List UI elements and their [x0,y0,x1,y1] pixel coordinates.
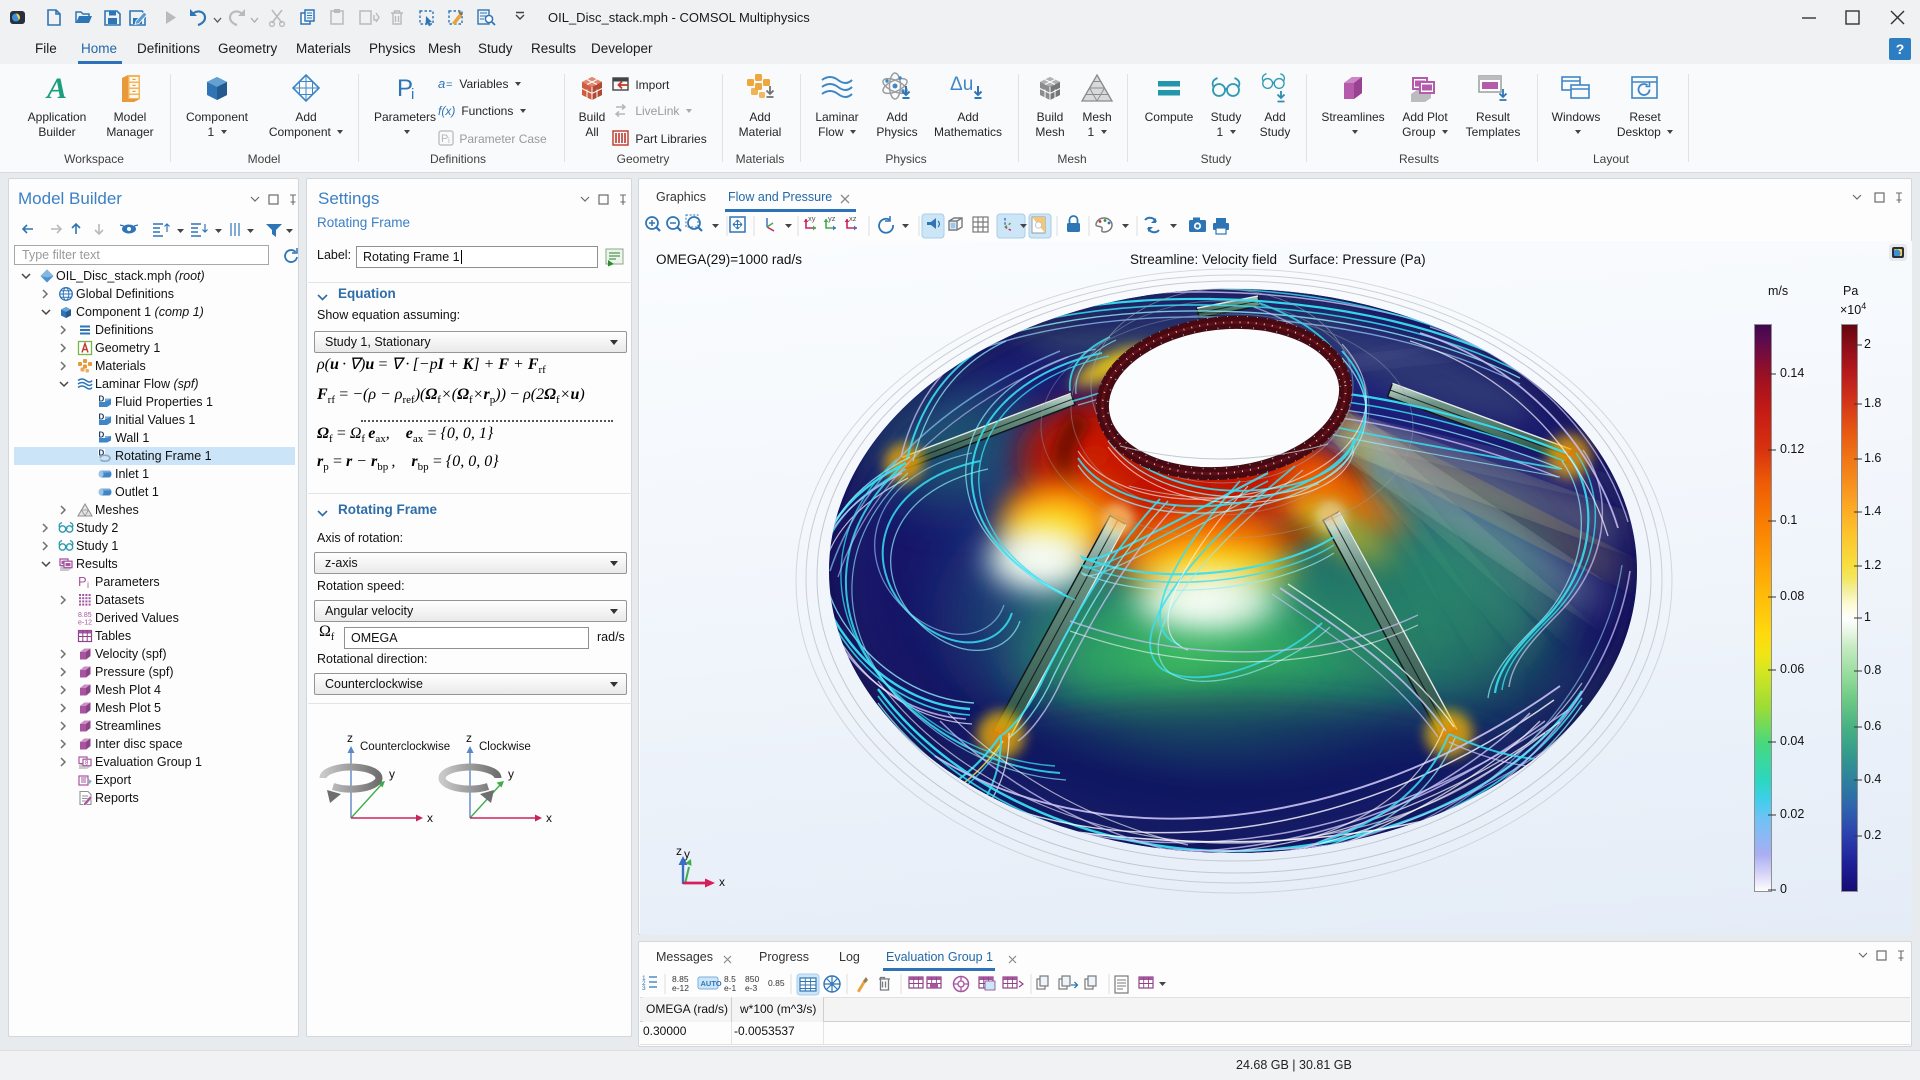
svg-text:y: y [389,767,395,781]
svg-text:i: i [448,136,450,145]
svg-text:z: z [347,731,353,745]
svg-text:e-12: e-12 [672,983,689,993]
svg-text:3: 3 [642,985,646,992]
svg-text:e-12: e-12 [78,620,92,627]
svg-text:0.85: 0.85 [768,978,785,988]
svg-text:P: P [78,574,87,589]
svg-text:y: y [508,767,514,781]
svg-text:=: = [446,79,452,91]
svg-text:i: i [411,86,414,103]
svg-text:D: D [99,431,105,440]
svg-text:e-3: e-3 [745,983,758,993]
svg-text:xz: xz [849,214,857,223]
svg-text:a: a [438,76,445,91]
svg-text:yz: yz [828,214,836,223]
svg-text:D: D [99,395,105,404]
svg-text:AUTO: AUTO [701,979,722,988]
svg-text:D: D [99,413,105,422]
svg-text:e-1: e-1 [724,983,737,993]
svg-text:x: x [427,811,433,825]
svg-text:f(x): f(x) [438,104,455,118]
svg-text:A: A [45,72,67,104]
svg-text:z: z [466,731,472,745]
svg-text:Δu: Δu [950,74,973,95]
svg-text:x: x [546,811,552,825]
svg-text:xy: xy [808,214,816,223]
svg-text:Counterclockwise: Counterclockwise [360,741,450,753]
svg-text:8.85: 8.85 [78,612,92,619]
svg-text:i: i [87,580,89,590]
svg-text:Clockwise: Clockwise [479,741,531,753]
